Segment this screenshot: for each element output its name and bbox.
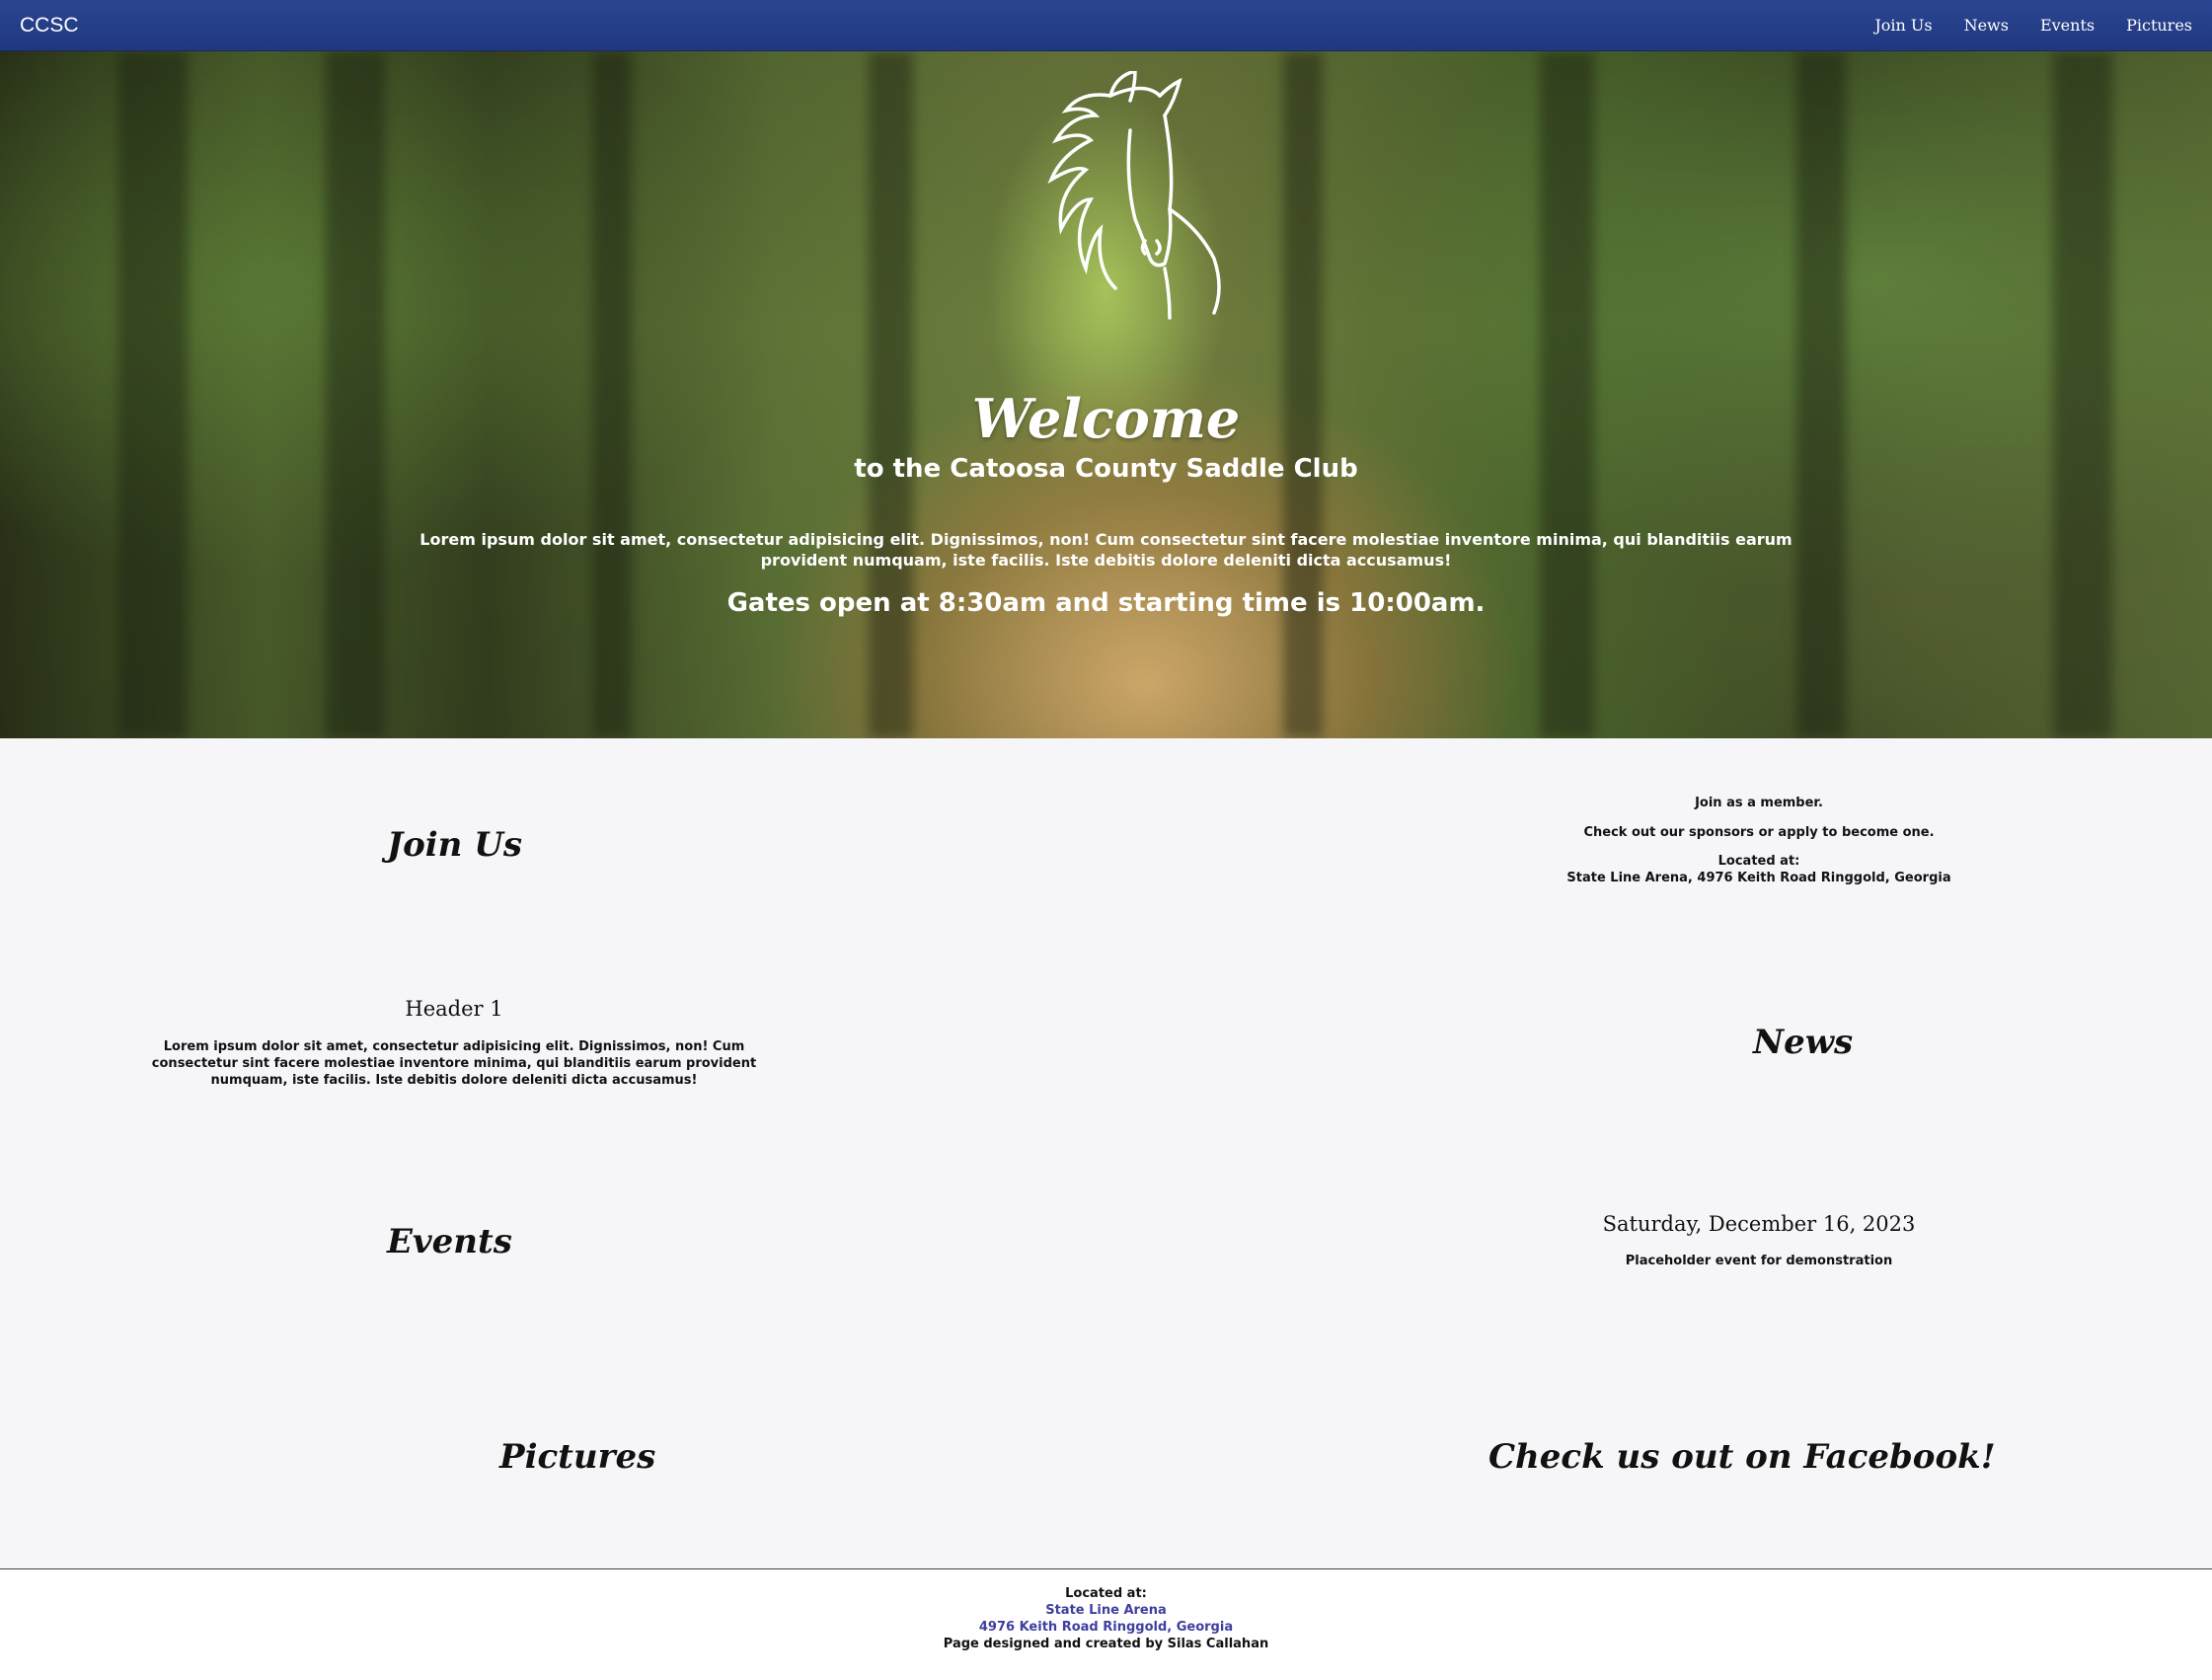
join-address: State Line Arena, 4976 Keith Road Ringgo… [1566, 871, 1951, 885]
footer-address-link[interactable]: 4976 Keith Road Ringgold, Georgia [979, 1620, 1233, 1635]
footer-located-label: Located at: [1065, 1586, 1147, 1601]
nav-link-events[interactable]: Events [2040, 16, 2095, 35]
nav-link-pictures[interactable]: Pictures [2126, 16, 2192, 35]
hero-banner: Welcome to the Catoosa County Saddle Clu… [0, 51, 2212, 738]
footer-credit: Page designed and created by Silas Calla… [943, 1637, 1269, 1651]
pictures-heading: Pictures [499, 1437, 656, 1477]
events-heading: Events [387, 1222, 512, 1261]
nav-link-join-us[interactable]: Join Us [1874, 16, 1932, 35]
footer-venue-link[interactable]: State Line Arena [1045, 1603, 1167, 1618]
news-item-header: Header 1 [405, 997, 503, 1021]
footer: Located at: State Line Arena 4976 Keith … [0, 1568, 2212, 1680]
facebook-heading[interactable]: Check us out on Facebook! [1488, 1437, 1996, 1477]
nav-links: Join Us News Events Pictures [1874, 16, 2192, 35]
event-description: Placeholder event for demonstration [1625, 1254, 1893, 1268]
nav-link-news[interactable]: News [1964, 16, 2009, 35]
join-located-label: Located at: [1717, 854, 1800, 869]
news-item-text: Lorem ipsum dolor sit amet, consectetur … [151, 1039, 757, 1088]
event-date: Saturday, December 16, 2023 [1602, 1212, 1916, 1236]
join-sponsors-text[interactable]: Check out our sponsors or apply to becom… [1562, 825, 1956, 840]
join-member-text[interactable]: Join as a member. [1562, 796, 1956, 810]
hero-title: Welcome [971, 387, 1241, 450]
horse-logo-icon [1047, 71, 1221, 320]
join-us-heading: Join Us [387, 825, 523, 865]
hero-paragraph: Lorem ipsum dolor sit amet, consectetur … [420, 530, 1792, 570]
brand-logo[interactable]: CCSC [20, 14, 79, 38]
hero-gates-info: Gates open at 8:30am and starting time i… [726, 588, 1486, 618]
navbar: CCSC Join Us News Events Pictures [0, 0, 2212, 51]
news-heading: News [1753, 1023, 1854, 1062]
hero-subtitle: to the Catoosa County Saddle Club [854, 454, 1358, 484]
